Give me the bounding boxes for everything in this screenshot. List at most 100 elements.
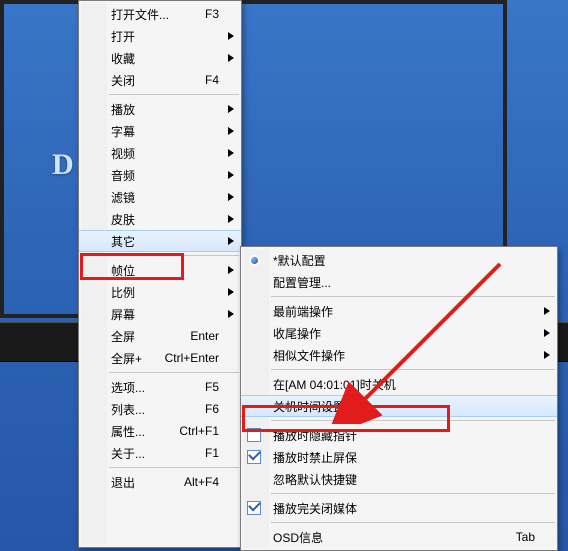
menu-item-label: 打开文件... <box>111 6 169 23</box>
menu1-item[interactable]: 列表... F6 <box>79 398 241 420</box>
menu1-item[interactable]: 全屏+Ctrl+Enter <box>79 347 241 369</box>
menu2-item[interactable]: 播放完关闭媒体 <box>241 497 557 519</box>
submenu-arrow-icon <box>227 142 235 164</box>
menu1-item[interactable]: 选项... F5 <box>79 376 241 398</box>
menu2-item[interactable]: 关机时间设置... <box>241 395 557 417</box>
menu-separator <box>271 420 555 421</box>
submenu-arrow-icon <box>227 303 235 325</box>
submenu-arrow-icon <box>227 259 235 281</box>
checkbox-icon <box>245 448 263 466</box>
menu-item-label: 音频 <box>111 167 135 184</box>
submenu-arrow-icon <box>227 120 235 142</box>
menu-item-label: 帧位 <box>111 262 135 279</box>
menu-item-shortcut: F5 <box>205 376 219 398</box>
context-menu-main[interactable]: 打开文件... F3 打开收藏关闭 F4 播放字幕视频音频滤镜皮肤其它帧位比例屏幕全屏 E… <box>78 0 242 548</box>
menu-item-shortcut: Enter <box>190 325 219 347</box>
submenu-arrow-icon <box>227 164 235 186</box>
menu1-item[interactable]: 音频 <box>79 164 241 186</box>
menu-item-label: 关于... <box>111 445 145 462</box>
menu-item-label: 列表... <box>111 401 145 418</box>
menu1-item[interactable]: 属性... Ctrl+F1 <box>79 420 241 442</box>
submenu-arrow-icon <box>227 25 235 47</box>
menu-item-label: 收藏 <box>111 50 135 67</box>
menu-item-shortcut: Alt+F4 <box>184 471 219 493</box>
menu-separator <box>271 493 555 494</box>
menu-item-label: 关闭 <box>111 72 135 89</box>
submenu-arrow-icon <box>227 281 235 303</box>
menu2-item[interactable]: *默认配置 <box>241 249 557 271</box>
menu-item-label: 播放时隐藏指针 <box>273 427 357 444</box>
menu-item-shortcut: F3 <box>205 3 219 25</box>
menu2-item[interactable]: OSD信息 Tab <box>241 526 557 548</box>
menu-item-label: 选项... <box>111 379 145 396</box>
menu2-item[interactable]: 相似文件操作 <box>241 344 557 366</box>
menu-item-shortcut: Ctrl+F1 <box>179 420 219 442</box>
checkbox-icon <box>245 426 263 444</box>
menu1-item[interactable]: 屏幕 <box>79 303 241 325</box>
menu-item-label: 屏幕 <box>111 306 135 323</box>
menu-item-label: 忽略默认快捷键 <box>273 471 357 488</box>
menu-item-label: 其它 <box>111 233 135 250</box>
menu1-item[interactable]: 帧位 <box>79 259 241 281</box>
menu-item-label: 皮肤 <box>111 211 135 228</box>
menu-item-label: 在[AM 04:01:01]时关机 <box>273 376 396 393</box>
menu-separator <box>271 522 555 523</box>
menu2-item[interactable]: 配置管理... <box>241 271 557 293</box>
menu2-item[interactable]: 在[AM 04:01:01]时关机 <box>241 373 557 395</box>
menu1-item[interactable]: 打开 <box>79 25 241 47</box>
menu2-item[interactable]: 最前端操作 <box>241 300 557 322</box>
menu1-item[interactable]: 关闭 F4 <box>79 69 241 91</box>
menu-item-label: 播放完关闭媒体 <box>273 500 357 517</box>
menu-item-label: 打开 <box>111 28 135 45</box>
menu-item-label: *默认配置 <box>273 252 326 269</box>
submenu-arrow-icon <box>227 231 235 251</box>
menu1-item[interactable]: 打开文件... F3 <box>79 3 241 25</box>
menu2-item[interactable]: 忽略默认快捷键 <box>241 468 557 490</box>
app-logo-letter: D <box>52 148 74 182</box>
menu1-item[interactable]: 收藏 <box>79 47 241 69</box>
menu-item-label: 全屏+ <box>111 350 142 367</box>
menu1-item[interactable]: 全屏 Enter <box>79 325 241 347</box>
menu-item-shortcut: Tab <box>516 526 535 548</box>
submenu-arrow-icon <box>543 300 551 322</box>
menu-item-label: 视频 <box>111 145 135 162</box>
menu-item-label: 全屏 <box>111 328 135 345</box>
menu1-item[interactable]: 比例 <box>79 281 241 303</box>
menu-item-label: 退出 <box>111 474 135 491</box>
menu1-item[interactable]: 关于...F1 <box>79 442 241 464</box>
menu-separator <box>109 255 239 256</box>
menu1-item[interactable]: 其它 <box>79 230 241 252</box>
menu-item-label: OSD信息 <box>273 529 323 546</box>
radio-selected-icon <box>245 251 263 269</box>
menu1-item[interactable]: 播放 <box>79 98 241 120</box>
menu1-item[interactable]: 皮肤 <box>79 208 241 230</box>
menu-separator <box>109 467 239 468</box>
menu-item-shortcut: F4 <box>205 69 219 91</box>
menu2-item[interactable]: 收尾操作 <box>241 322 557 344</box>
menu-item-label: 收尾操作 <box>273 325 321 342</box>
submenu-arrow-icon <box>543 322 551 344</box>
menu2-item[interactable]: 播放时禁止屏保 <box>241 446 557 468</box>
menu-item-shortcut: F6 <box>205 398 219 420</box>
menu1-item[interactable]: 字幕 <box>79 120 241 142</box>
menu-item-label: 滤镜 <box>111 189 135 206</box>
menu-item-label: 最前端操作 <box>273 303 333 320</box>
menu-separator <box>271 296 555 297</box>
submenu-arrow-icon <box>227 47 235 69</box>
context-menu-other[interactable]: *默认配置配置管理... 最前端操作收尾操作相似文件操作在[AM 04:01:01… <box>240 246 558 551</box>
menu-item-label: 比例 <box>111 284 135 301</box>
menu-item-label: 属性... <box>111 423 145 440</box>
menu-item-label: 播放 <box>111 101 135 118</box>
menu-item-label: 关机时间设置... <box>273 398 355 415</box>
submenu-arrow-icon <box>543 344 551 366</box>
submenu-arrow-icon <box>227 98 235 120</box>
menu-item-label: 播放时禁止屏保 <box>273 449 357 466</box>
menu-item-label: 相似文件操作 <box>273 347 345 364</box>
checkbox-icon <box>245 499 263 517</box>
submenu-arrow-icon <box>227 208 235 230</box>
menu1-item[interactable]: 视频 <box>79 142 241 164</box>
menu1-item[interactable]: 滤镜 <box>79 186 241 208</box>
menu2-item[interactable]: 播放时隐藏指针 <box>241 424 557 446</box>
menu1-item[interactable]: 退出 Alt+F4 <box>79 471 241 493</box>
menu-item-label: 配置管理... <box>273 274 331 291</box>
